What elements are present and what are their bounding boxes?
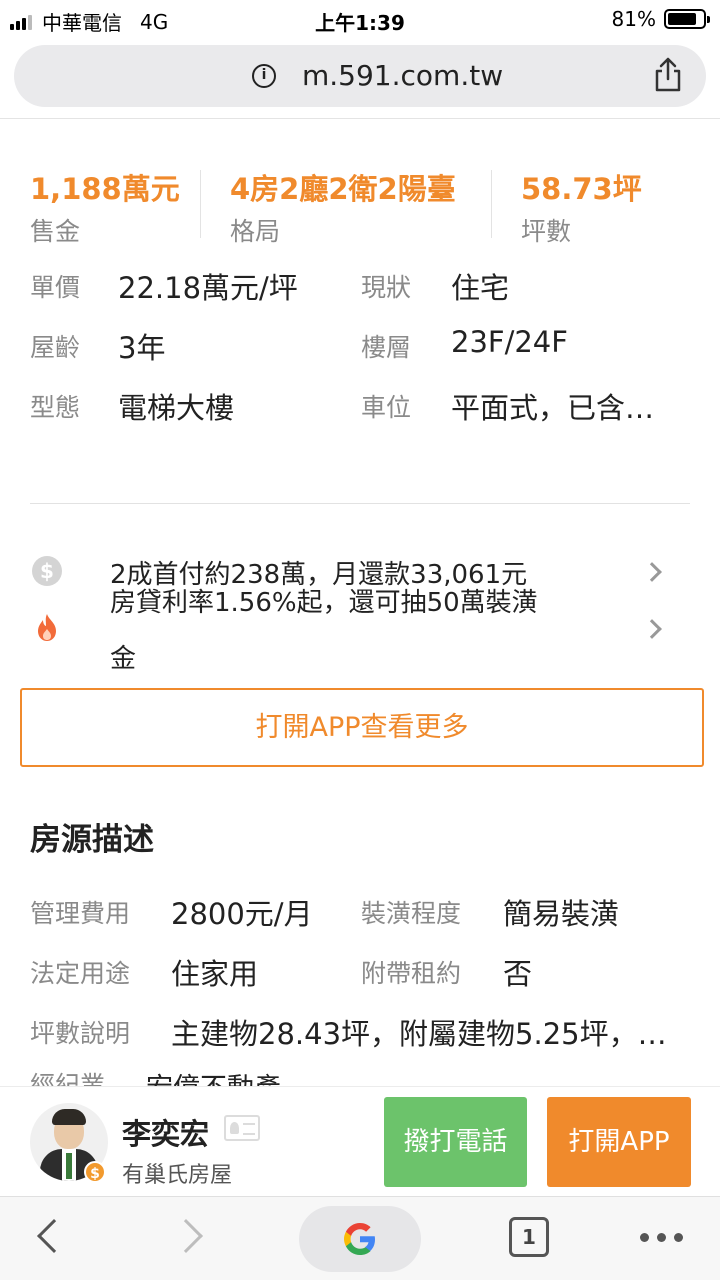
broker-value: 宏億不動產 [146, 1066, 281, 1086]
back-icon[interactable] [37, 1219, 71, 1253]
chevron-right-icon[interactable] [642, 619, 662, 639]
promo-line-2[interactable]: 房貸利率1.56%起，還可抽50萬裝潢 [110, 589, 538, 617]
promo-line-1[interactable]: 2成首付約238萬，月還款33,061元 [110, 561, 527, 589]
agent-company: 有巢氏房屋 [122, 1163, 233, 1188]
stat-label: 售金 [30, 217, 81, 246]
unit-price-label: 單價 [30, 273, 81, 302]
browser-toolbar: 1 [0, 1196, 720, 1280]
stat-value: 58.73坪 [521, 172, 642, 206]
business-card-icon[interactable] [224, 1115, 260, 1141]
age-label: 屋齡 [30, 333, 81, 362]
floor-label: 樓層 [361, 333, 412, 362]
mgmt-fee-value: 2800元/月 [171, 897, 313, 931]
agent-bar: $ 李奕宏 有巢氏房屋 撥打電話 打開APP [0, 1086, 720, 1196]
stat-value: 4房2廳2衛2陽臺 [230, 172, 456, 206]
agent-name: 李奕宏 [122, 1117, 210, 1151]
unit-price-value: 22.18萬元/坪 [118, 271, 298, 305]
clipped-row: 經紀業 宏億不動產 [0, 1060, 720, 1086]
parking-value: 平面式，已含… [451, 391, 655, 425]
decoration-value: 簡易裝潢 [503, 897, 620, 931]
dollar-badge-icon: $ [84, 1161, 106, 1183]
google-icon [344, 1223, 375, 1255]
stat-divider [200, 170, 201, 238]
open-app-button[interactable]: 打開APP [547, 1097, 691, 1187]
age-value: 3年 [118, 331, 166, 365]
lease-value: 否 [503, 957, 533, 991]
stat-label: 坪數 [521, 217, 572, 246]
area-note-label: 坪數說明 [30, 1019, 131, 1048]
call-button[interactable]: 撥打電話 [384, 1097, 527, 1187]
promo-line-3[interactable]: 金 [110, 645, 136, 673]
flame-icon [38, 614, 56, 641]
type-label: 型態 [30, 393, 81, 422]
stat-value: 1,188萬元 [30, 172, 180, 206]
decoration-label: 裝潢程度 [361, 899, 462, 928]
share-icon[interactable] [652, 57, 684, 93]
chevron-right-icon[interactable] [642, 562, 662, 582]
parking-label: 車位 [361, 393, 412, 422]
forward-icon[interactable] [169, 1219, 203, 1253]
lease-label: 附帶租約 [361, 959, 462, 988]
broker-label: 經紀業 [30, 1071, 106, 1086]
url-text[interactable]: m.591.com.tw [302, 59, 503, 92]
usage-label: 法定用途 [30, 959, 131, 988]
section-title: 房源描述 [30, 822, 154, 858]
more-icon[interactable] [640, 1233, 691, 1242]
header-divider [0, 118, 720, 119]
google-button[interactable] [299, 1206, 421, 1272]
tabs-button[interactable]: 1 [509, 1217, 549, 1257]
status-right: 81% [611, 7, 710, 31]
floor-value: 23F/24F [451, 325, 568, 359]
stat-price: 1,188萬元 售金 [30, 166, 180, 248]
mgmt-fee-label: 管理費用 [30, 899, 131, 928]
status-label: 現狀 [361, 273, 412, 302]
usage-value: 住家用 [171, 957, 259, 991]
info-icon[interactable]: i [252, 64, 276, 88]
stat-divider [491, 170, 492, 238]
type-value: 電梯大樓 [118, 391, 235, 425]
status-value: 住宅 [451, 271, 510, 305]
address-bar[interactable]: i m.591.com.tw [14, 45, 706, 107]
battery-icon [664, 9, 710, 29]
section-divider [30, 503, 690, 504]
dollar-coin-icon: $ [32, 556, 62, 586]
area-note-value: 主建物28.43坪，附屬建物5.25坪，… [171, 1017, 667, 1051]
stat-label: 格局 [230, 217, 281, 246]
battery-percent: 81% [611, 7, 656, 31]
open-app-more-button[interactable]: 打開APP查看更多 [20, 688, 704, 767]
stat-layout: 4房2廳2衛2陽臺 格局 [230, 166, 456, 248]
status-bar: 中華電信 4G 上午1:39 81% [0, 0, 720, 38]
stat-area: 58.73坪 坪數 [521, 166, 642, 248]
